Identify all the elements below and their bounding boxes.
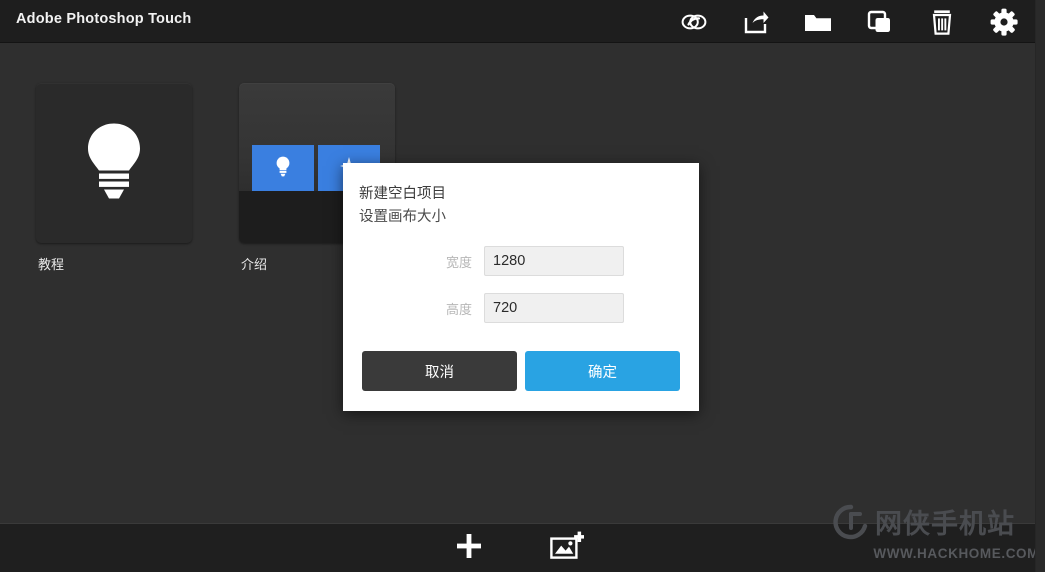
lightbulb-icon xyxy=(83,121,145,206)
plus-icon xyxy=(455,532,483,565)
dialog-buttons: 取消 确定 xyxy=(362,351,680,391)
add-image-button[interactable] xyxy=(541,526,593,570)
trash-icon xyxy=(930,9,954,35)
dialog-title: 新建空白项目 xyxy=(359,186,446,202)
lightbulb-icon xyxy=(275,155,291,182)
app-header: Adobe Photoshop Touch xyxy=(0,0,1045,43)
cancel-button[interactable]: 取消 xyxy=(362,351,517,391)
page-title: Adobe Photoshop Touch xyxy=(16,11,192,27)
width-input[interactable] xyxy=(484,246,624,276)
share-export-icon xyxy=(743,10,769,34)
image-plus-icon xyxy=(549,531,584,566)
duplicate-icon xyxy=(867,10,893,34)
new-project-dialog: 新建空白项目 设置画布大小 宽度 高度 取消 确定 xyxy=(343,163,699,411)
height-input[interactable] xyxy=(484,293,624,323)
project-card-tutorial[interactable] xyxy=(36,83,192,243)
settings-button[interactable] xyxy=(973,0,1035,43)
bottom-toolbar xyxy=(0,523,1045,572)
height-field-row: 高度 xyxy=(343,293,699,323)
new-project-button[interactable] xyxy=(443,526,495,570)
app-window: Adobe Photoshop Touch 教程 介绍 网侠手机站 WWW.HA… xyxy=(0,0,1045,572)
bottom-actions xyxy=(0,524,1035,572)
dialog-subtitle: 设置画布大小 xyxy=(359,209,446,225)
duplicate-button[interactable] xyxy=(849,0,911,43)
right-edge-strip xyxy=(1035,0,1045,572)
height-label: 高度 xyxy=(445,301,472,317)
confirm-button[interactable]: 确定 xyxy=(525,351,680,391)
creative-cloud-icon xyxy=(681,11,707,33)
width-field-row: 宽度 xyxy=(343,246,699,276)
intro-tile-lightbulb xyxy=(252,145,314,191)
delete-button[interactable] xyxy=(911,0,973,43)
creative-cloud-button[interactable] xyxy=(663,0,725,43)
share-export-button[interactable] xyxy=(725,0,787,43)
project-card-label: 介绍 xyxy=(241,257,268,272)
open-folder-button[interactable] xyxy=(787,0,849,43)
gear-icon xyxy=(990,8,1018,36)
width-label: 宽度 xyxy=(445,254,472,270)
project-card-label: 教程 xyxy=(38,257,65,272)
folder-icon xyxy=(804,11,832,33)
header-toolbar xyxy=(663,0,1035,43)
